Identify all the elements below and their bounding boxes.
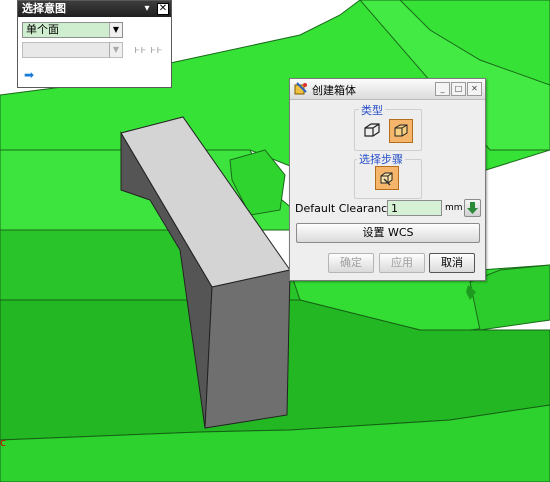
selection-intent-title: 选择意图 xyxy=(22,2,66,15)
corner-mark: c xyxy=(0,436,6,449)
cancel-button[interactable]: 取消 xyxy=(429,253,475,273)
clearance-unit: mm xyxy=(445,203,463,213)
filter-select-value: 单个面 xyxy=(26,23,59,36)
dialog-titlebar[interactable]: 创建箱体 _ □ ✕ xyxy=(290,79,485,100)
reverse-direction-icon xyxy=(467,202,478,214)
ok-label: 确定 xyxy=(340,256,362,269)
ok-button[interactable]: 确定 xyxy=(328,253,374,273)
box-mold-button[interactable] xyxy=(389,119,413,143)
set-wcs-label: 设置 WCS xyxy=(362,226,414,239)
create-box-dialog: 创建箱体 _ □ ✕ 类型 选择步骤 Default Clearance mm xyxy=(289,78,486,281)
dialog-title: 创建箱体 xyxy=(312,84,356,97)
cancel-label: 取消 xyxy=(441,256,463,269)
selection-intent-titlebar[interactable]: 选择意图 ▾ ✕ xyxy=(18,1,171,17)
clearance-label: Default Clearance xyxy=(295,202,394,215)
close-icon[interactable]: ✕ xyxy=(467,82,482,96)
reverse-direction-button[interactable] xyxy=(464,199,481,217)
selection-intent-panel: 选择意图 ▾ ✕ 单个面 ▼ ▼ ⱶⱶ ⱶⱶ ➡ xyxy=(17,0,172,88)
select-face-icon xyxy=(380,172,393,186)
filter-select[interactable]: 单个面 ▼ xyxy=(22,22,123,38)
dialog-app-icon xyxy=(294,82,307,95)
type-label: 类型 xyxy=(359,102,385,118)
apply-label: 应用 xyxy=(391,256,413,269)
select-step-label: 选择步骤 xyxy=(357,151,405,167)
clearance-input[interactable] xyxy=(387,200,442,216)
chevron-down-icon: ▼ xyxy=(109,23,122,37)
close-icon[interactable]: ✕ xyxy=(157,3,169,15)
apply-button[interactable]: 应用 xyxy=(379,253,425,273)
minimize-icon[interactable]: _ xyxy=(435,82,450,96)
block-front-face xyxy=(204,269,291,429)
rule-select[interactable]: ▼ xyxy=(22,42,123,58)
set-wcs-button[interactable]: 设置 WCS xyxy=(296,223,480,243)
pin-dropdown-icon[interactable]: ▾ xyxy=(141,3,153,15)
next-arrow-icon[interactable]: ➡ xyxy=(24,68,34,82)
select-face-button[interactable] xyxy=(375,166,399,190)
box-mold-icon xyxy=(394,124,408,137)
chevron-down-icon: ▼ xyxy=(109,43,122,57)
maximize-icon[interactable]: □ xyxy=(451,82,466,96)
box-type-button[interactable] xyxy=(360,119,384,143)
box-type-icon xyxy=(364,123,380,137)
tangent-icon[interactable]: ⱶⱶ ⱶⱶ xyxy=(134,43,162,56)
